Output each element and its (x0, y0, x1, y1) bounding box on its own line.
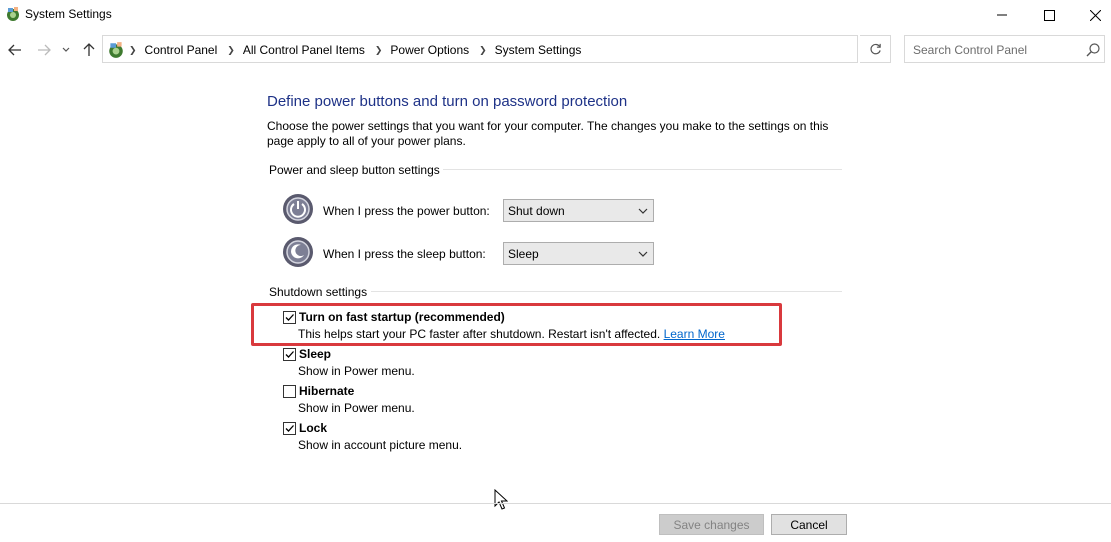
hibernate-checkbox[interactable] (283, 385, 296, 398)
lock-description: Show in account picture menu. (298, 438, 463, 452)
sleep-button-action-select[interactable]: Sleep (503, 242, 654, 265)
chevron-right-icon[interactable]: ❯ (479, 45, 487, 56)
divider (371, 291, 842, 292)
chevron-right-icon: ❯ (129, 44, 137, 55)
breadcrumb-power-options[interactable]: Power Options (390, 43, 469, 57)
close-button[interactable] (1072, 0, 1111, 30)
refresh-icon (869, 43, 881, 54)
power-button-label: When I press the power button: (323, 204, 490, 218)
title-bar: System Settings (0, 0, 1111, 30)
refresh-button[interactable] (860, 35, 891, 63)
save-changes-button[interactable]: Save changes (659, 514, 764, 535)
chevron-down-icon (638, 251, 648, 257)
shutdown-section-header: Shutdown settings (269, 285, 368, 299)
fast-startup-checkbox[interactable] (283, 311, 296, 324)
power-button-action-select[interactable]: Shut down (503, 199, 654, 222)
checkmark-icon (285, 351, 294, 358)
checkmark-icon (285, 314, 294, 321)
control-panel-icon (109, 42, 123, 58)
navigation-bar: ❯ Control Panel ❯ All Control Panel Item… (0, 30, 1111, 70)
breadcrumb: ❯ Control Panel ❯ All Control Panel Item… (129, 43, 591, 57)
power-section-header: Power and sleep button settings (269, 163, 440, 177)
page-description: Choose the power settings that you want … (267, 119, 829, 148)
breadcrumb-all-items[interactable]: All Control Panel Items (243, 43, 365, 57)
forward-button[interactable] (34, 40, 54, 60)
divider (443, 169, 842, 170)
fast-startup-label[interactable]: Turn on fast startup (recommended) (299, 310, 505, 324)
select-value: Shut down (508, 204, 565, 218)
power-button-icon (283, 194, 313, 224)
breadcrumb-system-settings[interactable]: System Settings (495, 43, 582, 57)
back-button[interactable] (5, 40, 25, 60)
chevron-right-icon[interactable]: ❯ (375, 45, 383, 56)
sleep-checkbox[interactable] (283, 348, 296, 361)
lock-checkbox[interactable] (283, 422, 296, 435)
page-title: Define power buttons and turn on passwor… (267, 93, 628, 110)
minimize-icon (997, 14, 1007, 16)
search-input[interactable]: Search Control Panel (904, 35, 1105, 63)
maximize-icon (1043, 9, 1055, 21)
chevron-right-icon[interactable]: ❯ (227, 45, 235, 56)
mouse-cursor-icon (494, 489, 508, 510)
fast-startup-description-text: This helps start your PC faster after sh… (298, 327, 661, 341)
breadcrumb-control-panel[interactable]: Control Panel (145, 43, 218, 57)
sleep-description: Show in Power menu. (298, 364, 415, 378)
arrow-left-icon (8, 44, 21, 56)
minimize-button[interactable] (979, 0, 1025, 30)
hibernate-label[interactable]: Hibernate (299, 384, 354, 398)
hibernate-description: Show in Power menu. (298, 401, 415, 415)
chevron-down-icon (62, 47, 70, 52)
cancel-button[interactable]: Cancel (771, 514, 847, 535)
arrow-right-icon (38, 44, 51, 56)
sleep-button-icon (283, 237, 313, 267)
close-icon (1089, 9, 1101, 21)
sleep-label[interactable]: Sleep (299, 347, 331, 361)
address-bar[interactable]: ❯ Control Panel ❯ All Control Panel Item… (102, 35, 951, 63)
maximize-button[interactable] (1026, 0, 1072, 30)
divider (0, 503, 1111, 504)
chevron-down-icon (638, 208, 648, 214)
up-button[interactable] (79, 40, 99, 60)
select-value: Sleep (508, 247, 539, 261)
sleep-button-label: When I press the sleep button: (323, 247, 486, 261)
fast-startup-description: This helps start your PC faster after sh… (298, 327, 725, 341)
control-panel-icon (7, 7, 19, 21)
search-placeholder: Search Control Panel (913, 43, 1028, 57)
checkmark-icon (285, 425, 294, 432)
search-icon (1086, 43, 1100, 57)
lock-label[interactable]: Lock (299, 421, 327, 435)
learn-more-link[interactable]: Learn More (664, 327, 725, 341)
recent-locations-button[interactable] (58, 40, 74, 60)
window-title: System Settings (25, 7, 112, 21)
arrow-up-icon (83, 43, 95, 56)
